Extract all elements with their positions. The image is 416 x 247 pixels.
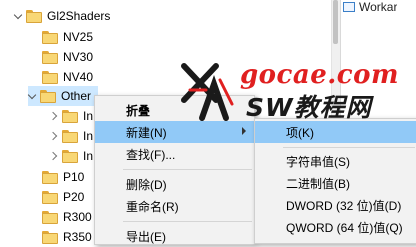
string-value-icon [343,1,355,12]
chevron-right-icon[interactable] [50,108,60,124]
folder-icon [62,129,78,143]
submenu-item-key[interactable]: 项(K) [255,121,416,143]
tree-item-in-2[interactable]: In [50,126,93,146]
chevron-right-icon[interactable] [50,128,60,144]
tree-item-in-1[interactable]: In [50,106,93,126]
tree-item-r300[interactable]: R300 [42,207,92,227]
tree-item-r350[interactable]: R350 [42,227,92,247]
menu-separator [123,169,252,170]
menu-item-label: 新建(N) [126,125,167,140]
menu-separator [283,147,415,148]
chevron-down-icon[interactable] [28,88,38,104]
folder-icon [42,190,58,204]
tree-item-nv40[interactable]: NV40 [42,67,93,87]
tree-item-label: NV25 [63,30,94,44]
folder-icon [42,70,58,84]
chevron-right-icon[interactable] [50,148,60,164]
folder-icon [26,9,42,23]
tree-item-label: P20 [63,190,85,204]
submenu-item-dword-value[interactable]: DWORD (32 位)值(D) [255,194,416,216]
submenu-item-binary-value[interactable]: 二进制值(B) [255,172,416,194]
menu-item-rename[interactable]: 重命名(R) [95,195,254,217]
tree-item-nv25[interactable]: NV25 [42,27,93,47]
new-submenu: 项(K) 字符串值(S) 二进制值(B) DWORD (32 位)值(D) QW… [254,118,416,244]
menu-item-label: 查找(F)... [126,147,176,162]
context-menu: 折叠 新建(N) 查找(F)... 删除(D) 重命名(R) 导出(E) [94,95,255,245]
menu-item-label: 二进制值(B) [286,176,350,191]
tree-item-p10[interactable]: P10 [42,167,84,187]
submenu-item-string-value[interactable]: 字符串值(S) [255,150,416,172]
tree-item-label: NV30 [63,50,94,64]
menu-item-collapse[interactable]: 折叠 [95,99,254,121]
folder-icon [62,109,78,123]
menu-item-label: 项(K) [286,125,314,140]
tree-item-nv30[interactable]: NV30 [42,47,93,67]
tree-item-gl2shaders[interactable]: Gl2Shaders [14,6,110,26]
chevron-down-icon[interactable] [14,8,24,24]
menu-item-label: 导出(E) [126,229,166,244]
menu-item-delete[interactable]: 删除(D) [95,173,254,195]
menu-item-label: DWORD (32 位)值(D) [286,198,402,213]
folder-icon [42,210,58,224]
tree-item-label: R350 [63,230,92,244]
tree-item-label: In [83,129,94,143]
menu-item-label: QWORD (64 位)值(Q) [286,220,403,235]
tree-scrollbar-thumb[interactable] [333,0,338,44]
tree-item-label: Gl2Shaders [47,9,111,23]
menu-item-export[interactable]: 导出(E) [95,225,254,247]
folder-icon [42,170,58,184]
tree-item-p20[interactable]: P20 [42,187,84,207]
folder-icon [42,30,58,44]
folder-icon [42,230,58,244]
tree-item-label: In [83,149,94,163]
tree-item-label: In [83,109,94,123]
folder-icon [40,89,56,103]
tree-item-label: Other [61,89,92,103]
submenu-arrow-icon [242,127,246,135]
folder-icon [62,149,78,163]
menu-item-find[interactable]: 查找(F)... [95,143,254,165]
value-name: Workar [359,0,398,13]
menu-item-label: 字符串值(S) [286,154,350,169]
menu-item-label: 重命名(R) [126,199,179,214]
tree-item-label: P10 [63,170,85,184]
value-row[interactable]: Workar [343,0,397,13]
submenu-item-qword-value[interactable]: QWORD (64 位)值(Q) [255,216,416,238]
tree-item-other[interactable]: Other [28,86,98,106]
tree-item-label: NV40 [63,70,94,84]
menu-item-label: 折叠 [126,103,151,118]
folder-icon [42,50,58,64]
menu-item-label: 删除(D) [126,177,167,192]
menu-separator [123,221,252,222]
tree-item-label: R300 [63,210,92,224]
menu-item-new[interactable]: 新建(N) [95,121,254,143]
tree-item-in-3[interactable]: In [50,146,93,166]
